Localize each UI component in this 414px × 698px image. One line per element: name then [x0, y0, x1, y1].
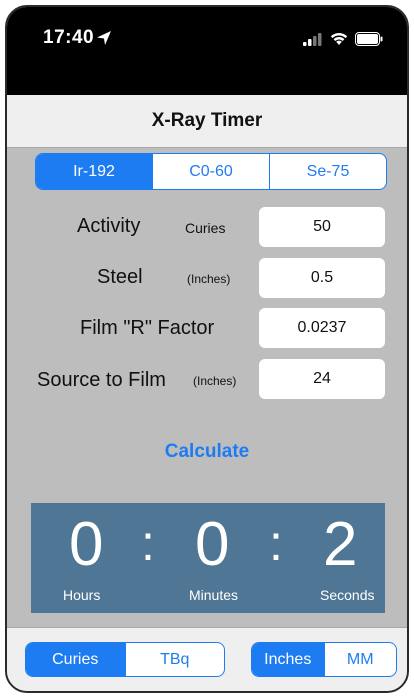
calculate-button[interactable]: Calculate [7, 441, 407, 463]
navigation-bar: X-Ray Timer [7, 95, 407, 148]
wifi-icon [330, 32, 348, 45]
minutes-value: 0 [195, 510, 230, 579]
segment-se-75[interactable]: Se-75 [269, 154, 386, 189]
segment-co-60[interactable]: C0-60 [152, 154, 269, 189]
hours-label: Hours [63, 587, 101, 603]
segment-mm[interactable]: MM [323, 643, 397, 676]
activity-field[interactable]: 50 [259, 207, 385, 247]
film-r-factor-label: Film "R" Factor [80, 317, 215, 339]
length-unit-segmented-control: Inches MM [251, 642, 397, 677]
activity-label: Activity [77, 215, 141, 237]
segment-ir-192[interactable]: Ir-192 [36, 154, 152, 189]
battery-icon [355, 31, 383, 46]
film-r-factor-field[interactable]: 0.0237 [259, 308, 385, 348]
location-arrow-icon [97, 31, 111, 45]
activity-unit-label: Curies [185, 220, 226, 236]
hours-value: 0 [69, 510, 104, 579]
steel-field[interactable]: 0.5 [259, 258, 385, 298]
source-to-film-unit-label: (Inches) [193, 374, 237, 388]
status-bar: 17:40 [7, 7, 407, 95]
segment-inches[interactable]: Inches [252, 643, 324, 676]
source-to-film-label: Source to Film [37, 369, 166, 391]
status-icons [303, 31, 383, 46]
segment-tbq[interactable]: TBq [124, 643, 225, 676]
seconds-value: 2 [323, 510, 358, 579]
minutes-label: Minutes [189, 587, 239, 603]
page-title: X-Ray Timer [151, 110, 263, 131]
seconds-label: Seconds [320, 587, 375, 603]
hours-minutes-separator: : [141, 515, 155, 571]
bottom-toolbar: Curies TBq Inches MM [7, 627, 407, 691]
steel-label: Steel [97, 266, 143, 288]
status-time: 17:40 [43, 27, 95, 48]
isotope-segmented-control: Ir-192 C0-60 Se-75 [35, 153, 387, 190]
signal-icon [303, 32, 322, 46]
minutes-seconds-separator: : [269, 515, 283, 571]
source-to-film-field[interactable]: 24 [259, 359, 385, 399]
steel-unit-label: (Inches) [187, 272, 231, 286]
phone-screen: 17:40 X-Ray Timer Ir-192 C0-60 Se-75 Act… [5, 5, 409, 693]
segment-curies[interactable]: Curies [26, 643, 125, 676]
timer-display: 0 : 0 : 2 Hours Minutes Seconds [31, 503, 385, 613]
activity-unit-segmented-control: Curies TBq [25, 642, 225, 677]
